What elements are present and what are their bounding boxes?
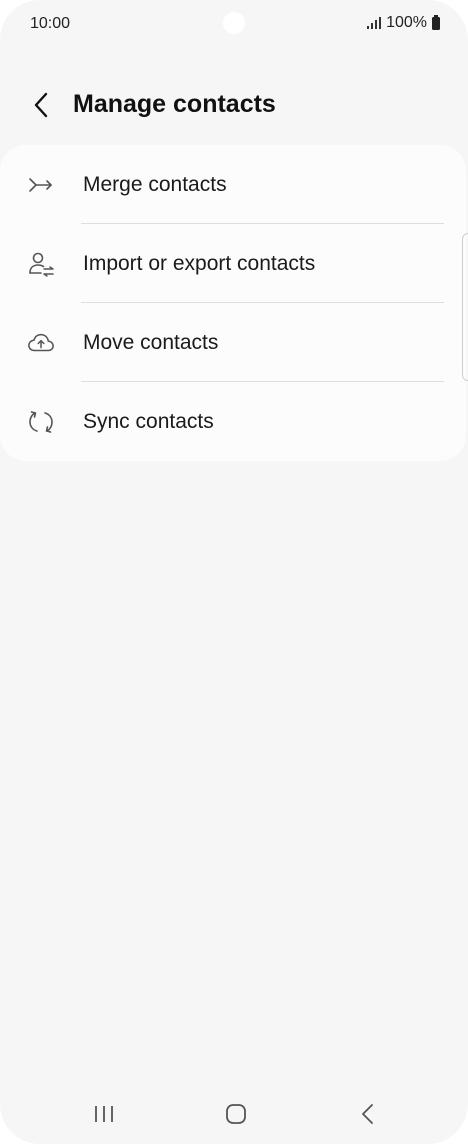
move-contacts-label: Move contacts <box>83 330 219 354</box>
merge-contacts-label: Merge contacts <box>83 172 227 196</box>
battery-icon <box>432 14 440 30</box>
back-button[interactable] <box>24 88 58 122</box>
recent-apps-icon <box>95 1106 113 1122</box>
cloud-upload-icon <box>27 329 55 357</box>
back-icon <box>362 1104 373 1124</box>
import-export-contacts-item[interactable]: Import or export contacts <box>0 224 466 303</box>
system-back-button[interactable] <box>346 1092 390 1136</box>
page-title: Manage contacts <box>73 90 276 118</box>
sync-icon <box>27 408 55 436</box>
camera-cutout <box>223 12 245 34</box>
status-time: 10:00 <box>30 15 71 32</box>
import-export-contacts-label: Import or export contacts <box>83 251 316 275</box>
sync-contacts-item[interactable]: Sync contacts <box>0 382 466 461</box>
merge-arrow-icon <box>27 171 55 199</box>
status-indicators: 100% <box>367 14 440 32</box>
battery-percentage: 100% <box>386 14 427 31</box>
signal-icon <box>367 17 382 29</box>
navigation-bar <box>0 1084 468 1144</box>
status-bar: 10:00 100% <box>0 0 468 50</box>
chevron-left-icon <box>34 92 48 118</box>
home-icon <box>226 1104 246 1124</box>
recent-apps-button[interactable] <box>82 1092 126 1136</box>
sync-contacts-label: Sync contacts <box>83 409 214 433</box>
phone-screen: 10:00 100% Manage contacts Merge contact… <box>0 0 468 1144</box>
menu-card: Merge contacts Import or export contacts <box>0 145 466 461</box>
person-transfer-icon <box>27 250 55 278</box>
move-contacts-item[interactable]: Move contacts <box>0 303 466 382</box>
merge-contacts-item[interactable]: Merge contacts <box>0 145 466 224</box>
scroll-indicator[interactable] <box>462 233 468 381</box>
home-button[interactable] <box>214 1092 258 1136</box>
app-header: Manage contacts <box>0 78 468 132</box>
